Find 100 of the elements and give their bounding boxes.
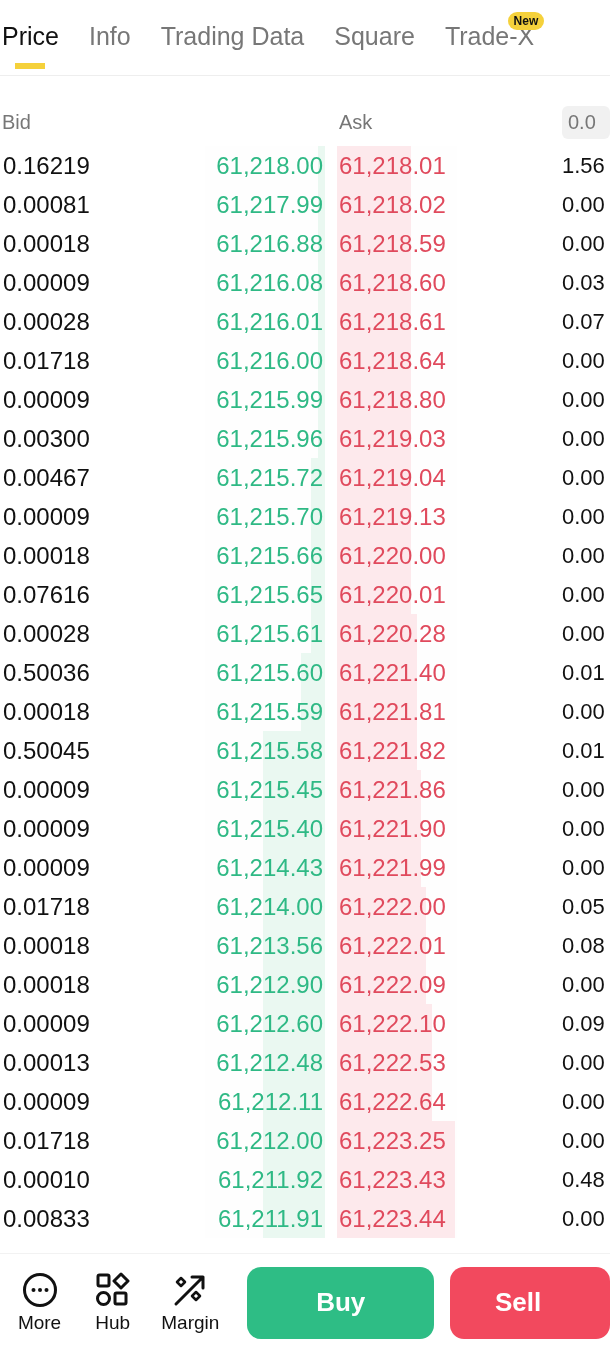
ask-price: 61,221.82 <box>338 736 447 765</box>
grid-shapes-icon <box>94 1271 131 1308</box>
ask-price: 61,222.01 <box>338 931 447 960</box>
ask-price: 61,223.43 <box>338 1165 447 1194</box>
ask-amount: 0.00 <box>562 698 606 725</box>
bid-price: 61,215.40 <box>215 814 324 843</box>
bid-amount: 0.00009 <box>2 268 91 297</box>
bid-amount: 0.00833 <box>2 1204 91 1233</box>
bid-price: 61,215.70 <box>215 502 324 531</box>
bid-price: 61,212.00 <box>215 1126 324 1155</box>
bid-price: 61,218.00 <box>215 151 324 180</box>
ask-amount: 0.00 <box>562 542 606 569</box>
bid-price: 61,215.65 <box>215 580 324 609</box>
bid-amount: 0.07616 <box>2 580 91 609</box>
ask-amount: 0.00 <box>562 854 606 881</box>
ask-amount: 0.00 <box>562 776 606 803</box>
ask-amount: 0.00 <box>562 620 606 647</box>
ask-price: 61,218.01 <box>338 151 447 180</box>
ask-price: 61,218.64 <box>338 346 447 375</box>
ask-amount: 0.00 <box>562 1049 606 1076</box>
ask-amount: 0.05 <box>562 893 606 920</box>
ask-price: 61,218.59 <box>338 229 447 258</box>
ask-price: 61,220.00 <box>338 541 447 570</box>
ask-amount: 0.07 <box>562 308 606 335</box>
sell-button[interactable]: Sell <box>450 1266 610 1339</box>
bid-price: 61,215.96 <box>215 424 324 453</box>
ask-price: 61,222.09 <box>338 970 447 999</box>
bid-price: 61,217.99 <box>215 190 324 219</box>
bid-price: 61,213.56 <box>215 931 324 960</box>
ask-price: 61,221.81 <box>338 697 447 726</box>
bid-price: 61,215.58 <box>215 736 324 765</box>
ask-price: 61,222.64 <box>338 1087 447 1116</box>
ask-amount: 0.00 <box>562 347 606 374</box>
tab[interactable]: Price <box>2 18 59 51</box>
bid-amount: 0.00009 <box>2 1087 91 1116</box>
ask-amount: 0.00 <box>562 815 606 842</box>
bid-price: 61,215.61 <box>215 619 324 648</box>
bid-amount: 0.00018 <box>2 229 91 258</box>
ask-price: 61,218.60 <box>338 268 447 297</box>
bid-price: 61,215.59 <box>215 697 324 726</box>
bid-price: 61,216.00 <box>215 346 324 375</box>
bid-amount: 0.00018 <box>2 697 91 726</box>
ask-amount: 0.00 <box>562 1127 606 1154</box>
bid-price: 61,211.92 <box>217 1165 324 1194</box>
ask-price: 61,218.80 <box>338 385 447 414</box>
toolbar-button[interactable]: Hub <box>78 1271 148 1334</box>
ask-amount: 0.00 <box>562 581 606 608</box>
ask-header: Ask <box>339 110 374 134</box>
bid-amount: 0.00028 <box>2 307 91 336</box>
bid-price: 61,215.45 <box>215 775 324 804</box>
ask-amount: 0.00 <box>562 191 606 218</box>
ask-price: 61,220.28 <box>338 619 447 648</box>
ask-amount: 0.09 <box>562 1010 606 1037</box>
bid-amount: 0.00300 <box>2 424 91 453</box>
ask-price: 61,219.04 <box>338 463 447 492</box>
tab[interactable]: Trading Data <box>160 18 305 51</box>
ask-amount: 0.00 <box>562 230 606 257</box>
bid-amount: 0.00009 <box>2 1009 91 1038</box>
ask-amount: 0.00 <box>562 425 606 452</box>
ask-price: 61,222.53 <box>338 1048 447 1077</box>
ask-amount: 0.01 <box>562 737 606 764</box>
ask-price: 61,221.40 <box>338 658 447 687</box>
ask-amount: 0.48 <box>562 1166 606 1193</box>
ask-amount: 0.00 <box>562 971 606 998</box>
tab[interactable]: Info <box>88 18 131 51</box>
buy-button[interactable]: Buy <box>247 1266 434 1339</box>
ask-amount: 0.00 <box>562 503 606 530</box>
new-badge: New <box>507 12 545 30</box>
ask-price: 61,221.99 <box>338 853 447 882</box>
bid-amount: 0.50045 <box>2 736 91 765</box>
ask-amount: 0.00 <box>562 386 606 413</box>
ask-price: 61,223.25 <box>338 1126 447 1155</box>
bid-price: 61,215.60 <box>215 658 324 687</box>
bid-amount: 0.00013 <box>2 1048 91 1077</box>
precision-dropdown[interactable]: 0.0 <box>562 105 610 139</box>
tab[interactable]: Square <box>334 18 415 51</box>
ask-amount: 0.00 <box>562 464 606 491</box>
ask-amount: 0.03 <box>562 269 606 296</box>
bid-price: 61,215.66 <box>215 541 324 570</box>
bid-amount: 0.00010 <box>2 1165 91 1194</box>
toolbar-button[interactable]: Margin <box>147 1271 234 1334</box>
bid-amount: 0.50036 <box>2 658 91 687</box>
bid-amount: 0.00018 <box>2 931 91 960</box>
ask-amount: 0.01 <box>562 659 606 686</box>
bid-price: 61,212.90 <box>215 970 324 999</box>
ask-price: 61,223.44 <box>338 1204 447 1233</box>
ask-price: 61,222.00 <box>338 892 447 921</box>
ask-price: 61,218.02 <box>338 190 447 219</box>
bid-price: 61,216.01 <box>215 307 324 336</box>
bid-amount: 0.01718 <box>2 346 91 375</box>
ask-price: 61,221.90 <box>338 814 447 843</box>
bid-price: 61,215.72 <box>215 463 324 492</box>
ask-price: 61,219.13 <box>338 502 447 531</box>
ask-price: 61,219.03 <box>338 424 447 453</box>
bid-price: 61,215.99 <box>215 385 324 414</box>
ask-price: 61,222.10 <box>338 1009 447 1038</box>
bid-price: 61,216.08 <box>215 268 324 297</box>
toolbar-button[interactable]: More <box>5 1271 75 1334</box>
ask-amount: 0.00 <box>562 1088 606 1115</box>
bid-price: 61,212.48 <box>215 1048 324 1077</box>
